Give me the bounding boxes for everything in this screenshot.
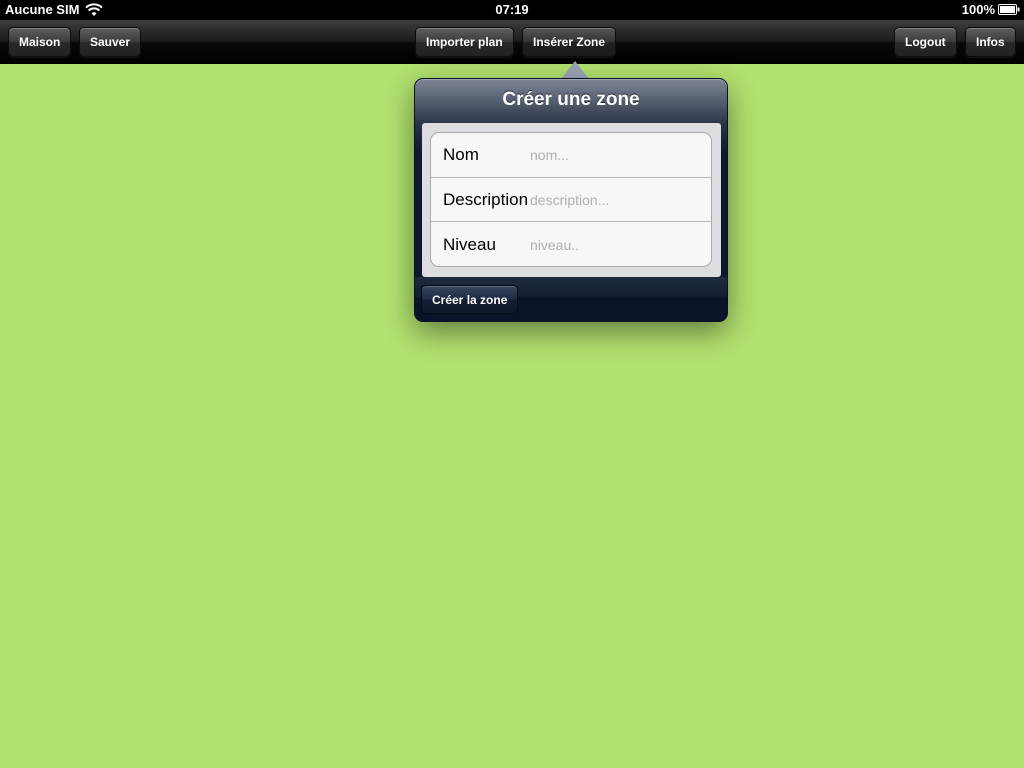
niveau-label: Niveau <box>443 234 496 254</box>
niveau-field[interactable] <box>530 229 711 260</box>
infos-button[interactable]: Infos <box>965 27 1016 57</box>
create-zone-button[interactable]: Créer la zone <box>421 285 519 314</box>
popover-arrow <box>561 61 589 79</box>
popover-footer: Créer la zone <box>415 277 727 322</box>
form-row-niveau: Niveau <box>431 222 711 266</box>
description-field[interactable] <box>530 184 711 215</box>
logout-button[interactable]: Logout <box>894 27 957 57</box>
form-row-nom: Nom <box>431 133 711 178</box>
status-time: 07:19 <box>495 2 529 17</box>
zone-form: Nom Description Niveau <box>430 132 712 267</box>
form-row-description: Description <box>431 178 711 223</box>
description-label: Description <box>443 189 529 209</box>
create-zone-popover: Créer une zone Nom Description Niveau Cr… <box>414 78 728 322</box>
status-right: 100% <box>962 2 1020 17</box>
nom-field[interactable] <box>530 139 711 170</box>
importer-plan-button[interactable]: Importer plan <box>415 27 514 57</box>
status-bar: Aucune SIM 07:19 100% <box>0 0 1024 20</box>
toolbar: Maison Sauver Importer plan Insérer Zone… <box>0 20 1024 64</box>
battery-percent: 100% <box>961 2 995 17</box>
nom-label: Nom <box>443 144 479 164</box>
maison-button[interactable]: Maison <box>8 27 72 57</box>
popover-body: Nom Description Niveau <box>422 123 721 277</box>
battery-icon <box>998 4 1020 15</box>
inserer-zone-button[interactable]: Insérer Zone <box>522 27 617 57</box>
sauver-button[interactable]: Sauver <box>79 27 142 57</box>
popover-title: Créer une zone <box>502 89 640 110</box>
